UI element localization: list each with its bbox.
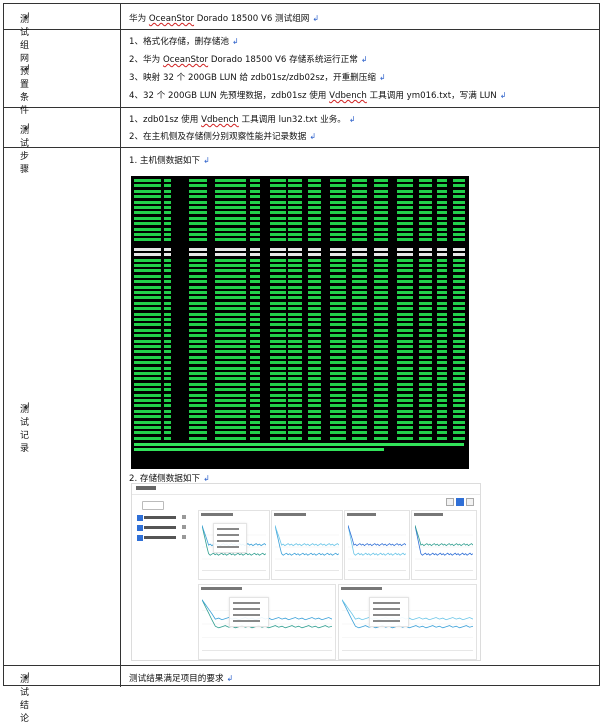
view-toolbar [446, 498, 474, 506]
step-item: 2、在主机侧及存储侧分别观察性能并记录数据 ↲ [129, 132, 317, 142]
row-preconditions: 预置条件 ↲ 1、格式化存储，删存储池 ↲ 2、华为 OceanStor Dorad… [4, 30, 599, 116]
content-cell: 测试结果满足项目的要求 ↲ [121, 666, 599, 687]
content-cell: 华为 OceanStor Dorado 18500 V6 测试组网 ↲ [121, 4, 599, 29]
precondition-item: 4、32 个 200GB LUN 先预埋数据，zdb01sz 使用 Vdbenc… [129, 91, 507, 101]
label-cell: 预置条件 ↲ [4, 30, 121, 116]
record-item-host: 1. 主机侧数据如下 ↲ [129, 156, 210, 166]
content-cell: 1、格式化存储，删存储池 ↲ 2、华为 OceanStor Dorado 1850… [121, 30, 599, 107]
chart-panel [271, 510, 343, 580]
list-item [136, 524, 194, 531]
series-line [347, 525, 407, 547]
chart-panel [411, 510, 477, 580]
label-cell: 测试步骤 ↲ [4, 108, 121, 175]
chart-panel [338, 584, 477, 660]
precondition-item: 2、华为 OceanStor Dorado 18500 V6 存储系统运行正常 ↲ [129, 55, 368, 65]
label-cell: 测试结论 ↲ [4, 666, 121, 724]
vdbench-terminal-screenshot [131, 176, 469, 469]
checkbox-icon [137, 525, 143, 531]
row-test-steps: 测试步骤 ↲ 1、zdb01sz 使用 Vdbench 工具调用 lun32.tx… [4, 108, 599, 175]
step-item: 1、zdb01sz 使用 Vdbench 工具调用 lun32.txt 业务。 ↲ [129, 115, 356, 125]
grid-view-icon [456, 498, 464, 506]
list-item [136, 534, 194, 541]
checkbox-icon [137, 515, 143, 521]
checkbox-icon [137, 535, 143, 541]
conclusion-text: 测试结果满足项目的要求 ↲ [129, 674, 234, 684]
chart-panel [198, 584, 336, 660]
chart-panel [198, 510, 270, 580]
label-cell: 测试记录 ↲ [4, 148, 121, 665]
series-line [274, 525, 340, 547]
object-list [136, 498, 194, 658]
series-line [274, 525, 340, 556]
chart-plot [414, 525, 474, 571]
edit-icon [182, 535, 186, 539]
series-line [347, 525, 407, 556]
list-item [136, 514, 194, 521]
row-test-conclusion: 测试结论 ↲ 测试结果满足项目的要求 ↲ [4, 666, 599, 724]
list-view-icon [446, 498, 454, 506]
series-line [414, 525, 474, 556]
chart-panel [344, 510, 410, 580]
test-report-table: 测试组网 ↲ 华为 OceanStor Dorado 18500 V6 测试组网 ↲… [3, 3, 600, 724]
screenshot-header [132, 484, 480, 495]
precondition-item: 1、格式化存储，删存储池 ↲ [129, 37, 239, 47]
edit-icon [182, 525, 186, 529]
network-text: 华为 OceanStor Dorado 18500 V6 测试组网 ↲ [129, 14, 320, 24]
chart-plot [347, 525, 407, 571]
settings-icon [466, 498, 474, 506]
chart-plot [274, 525, 340, 571]
header-title [136, 486, 156, 490]
edit-icon [182, 515, 186, 519]
content-cell: 1、zdb01sz 使用 Vdbench 工具调用 lun32.txt 业务。 ↲… [121, 108, 599, 147]
list-button [142, 501, 164, 510]
row-test-network: 测试组网 ↲ 华为 OceanStor Dorado 18500 V6 测试组网 ↲ [4, 4, 599, 64]
precondition-item: 3、映射 32 个 200GB LUN 给 zdb01sz/zdb02sz，开重… [129, 73, 386, 83]
content-cell: 1. 主机侧数据如下 ↲ 2. 存储侧数据如下 ↲ [121, 148, 599, 665]
row-test-records: 测试记录 ↲ 1. 主机侧数据如下 ↲ 2. 存储侧数据如下 ↲ [4, 148, 599, 666]
label-cell: 测试组网 ↲ [4, 4, 121, 64]
series-line [414, 525, 474, 547]
storage-performance-screenshot [131, 483, 481, 661]
